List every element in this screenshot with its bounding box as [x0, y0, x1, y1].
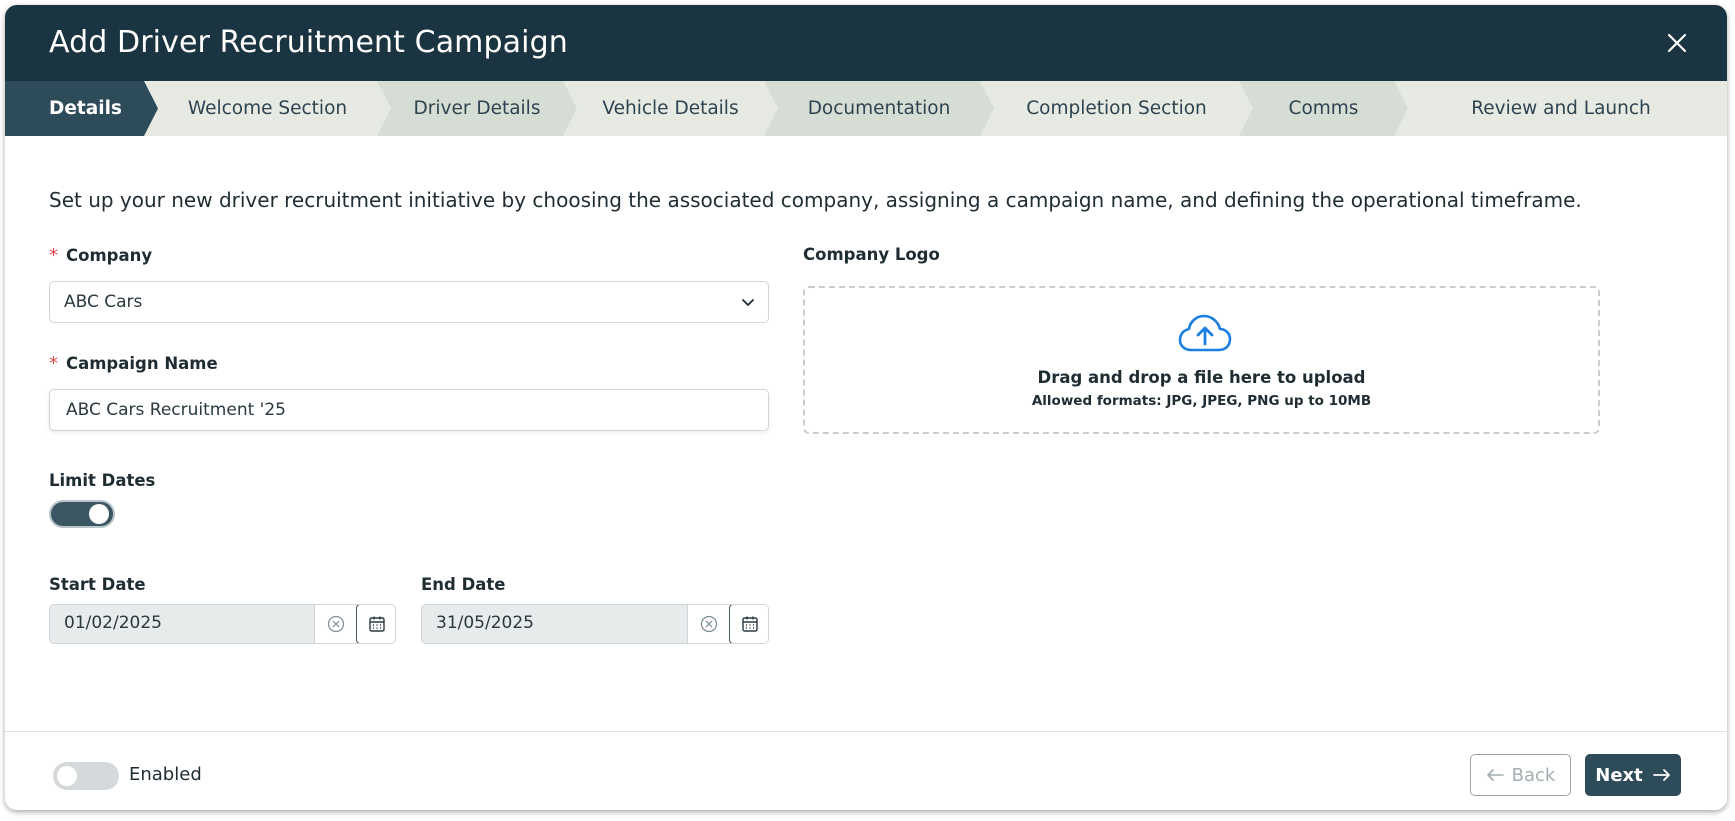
- end-date-clear[interactable]: [687, 605, 730, 643]
- limit-dates-label: Limit Dates: [49, 471, 156, 490]
- end-date-label: End Date: [421, 575, 506, 594]
- start-date-value: 01/02/2025: [64, 613, 162, 633]
- next-button-label: Next: [1595, 764, 1643, 786]
- clear-circle-icon: [327, 615, 345, 633]
- required-marker: *: [49, 245, 58, 266]
- arrow-right-icon: [1652, 769, 1670, 781]
- start-date-field[interactable]: 01/02/2025: [49, 604, 396, 644]
- next-button[interactable]: Next: [1585, 754, 1681, 796]
- chevron-down-icon: [742, 299, 754, 306]
- company-select-value: ABC Cars: [64, 292, 143, 312]
- clear-circle-icon: [700, 615, 718, 633]
- dropzone-title: Drag and drop a file here to upload: [1037, 368, 1366, 387]
- step-completion-section[interactable]: Completion Section: [981, 81, 1252, 136]
- company-label: * Company: [49, 245, 153, 266]
- toggle-knob: [89, 504, 109, 524]
- close-icon[interactable]: [1665, 31, 1689, 55]
- limit-dates-toggle[interactable]: [49, 500, 115, 528]
- campaign-name-label: * Campaign Name: [49, 353, 218, 374]
- company-logo-label: Company Logo: [803, 245, 940, 264]
- intro-text: Set up your new driver recruitment initi…: [49, 188, 1582, 212]
- end-date-calendar-button[interactable]: [729, 605, 768, 643]
- wizard-steps: Details Welcome Section Driver Details V…: [5, 81, 1727, 136]
- calendar-icon: [369, 616, 385, 632]
- dialog-header: Add Driver Recruitment Campaign: [5, 5, 1727, 81]
- arrow-left-icon: [1486, 769, 1504, 781]
- step-comms[interactable]: Comms: [1239, 81, 1408, 136]
- dialog-title: Add Driver Recruitment Campaign: [49, 25, 568, 60]
- dropzone-formats: Allowed formats: JPG, JPEG, PNG up to 10…: [1031, 393, 1372, 409]
- step-vehicle-details[interactable]: Vehicle Details: [564, 81, 777, 136]
- end-date-field[interactable]: 31/05/2025: [421, 604, 769, 644]
- enabled-toggle[interactable]: [53, 762, 119, 790]
- start-date-label: Start Date: [49, 575, 146, 594]
- step-documentation[interactable]: Documentation: [764, 81, 994, 136]
- cloud-upload-icon: [1178, 314, 1232, 352]
- company-select[interactable]: ABC Cars: [49, 281, 769, 323]
- step-details[interactable]: Details: [5, 81, 158, 136]
- step-driver-details[interactable]: Driver Details: [377, 81, 577, 136]
- campaign-name-value: ABC Cars Recruitment '25: [66, 400, 286, 420]
- required-marker: *: [49, 353, 58, 374]
- step-review-and-launch[interactable]: Review and Launch: [1395, 81, 1727, 136]
- toggle-knob: [57, 766, 77, 786]
- start-date-clear[interactable]: [314, 605, 357, 643]
- step-welcome-section[interactable]: Welcome Section: [145, 81, 390, 136]
- logo-dropzone[interactable]: Drag and drop a file here to upload Allo…: [803, 286, 1600, 434]
- enabled-label: Enabled: [129, 764, 202, 785]
- dialog-footer: Enabled Back Next: [5, 731, 1727, 810]
- back-button[interactable]: Back: [1470, 754, 1571, 796]
- back-button-label: Back: [1511, 764, 1556, 786]
- campaign-dialog: Add Driver Recruitment Campaign Details …: [5, 5, 1727, 810]
- campaign-name-input[interactable]: ABC Cars Recruitment '25: [49, 389, 769, 431]
- calendar-icon: [742, 616, 758, 632]
- end-date-value: 31/05/2025: [436, 613, 534, 633]
- start-date-calendar-button[interactable]: [356, 605, 395, 643]
